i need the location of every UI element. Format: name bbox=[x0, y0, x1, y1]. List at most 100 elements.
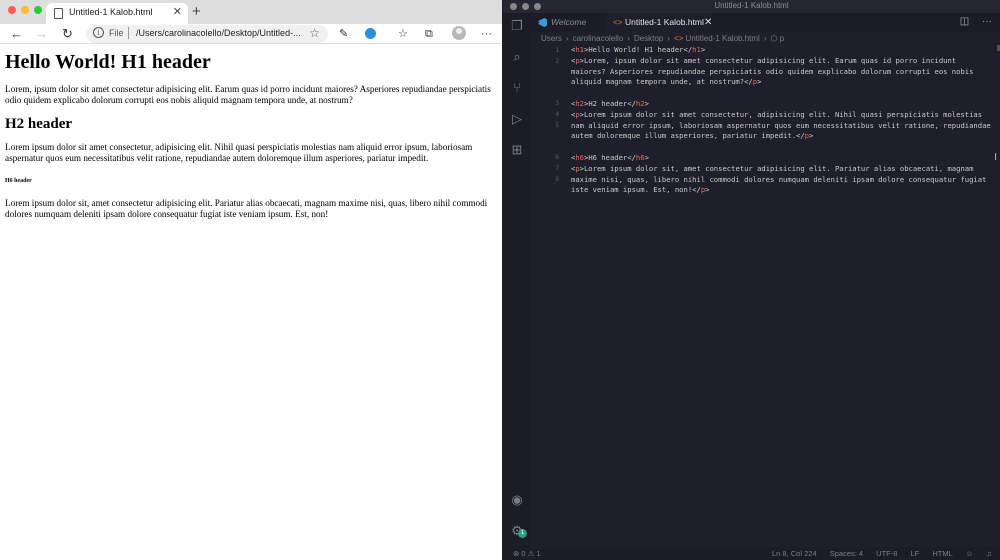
vscode-window: Untitled-1 Kalob.html ❐ ⌕ ⑂ ▷ ⊞ ◉ ⚙ 1 We… bbox=[503, 0, 1000, 560]
code-text: Lorem, ipsum dolor sit amet consectetur … bbox=[571, 56, 978, 87]
run-debug-icon[interactable]: ▷ bbox=[509, 111, 525, 127]
line-number: 1 bbox=[555, 47, 559, 54]
page-paragraph-3: Lorem ipsum dolor sit, amet consectetur … bbox=[5, 198, 488, 219]
rendered-page: Hello World! H1 header Lorem, ipsum dolo… bbox=[5, 50, 495, 220]
window-title: Untitled-1 Kalob.html bbox=[714, 1, 789, 10]
browser-tab-strip: Untitled-1 Kalob.html ✕ + bbox=[0, 0, 502, 24]
problems-indicator[interactable]: ⊗ 0 ⚠ 1 bbox=[513, 547, 541, 560]
account-icon[interactable]: ◉ bbox=[509, 492, 525, 508]
page-h2: H2 header bbox=[5, 116, 73, 132]
vscode-title-bar: Untitled-1 Kalob.html bbox=[503, 0, 1000, 13]
settings-badge: 1 bbox=[518, 529, 527, 538]
line-number: 6 bbox=[555, 154, 559, 161]
pen-icon[interactable]: ✎ bbox=[339, 27, 348, 41]
reload-button[interactable]: ↻ bbox=[62, 26, 73, 42]
chevron-right-icon: › bbox=[565, 34, 569, 43]
tab-welcome-label: Welcome bbox=[551, 17, 587, 27]
code-text: Lorem ipsum dolor sit, amet consectetur … bbox=[571, 164, 991, 195]
extensions-icon[interactable]: ⊞ bbox=[509, 142, 525, 158]
search-icon[interactable]: ⌕ bbox=[509, 49, 525, 65]
star-icon[interactable]: ☆ bbox=[309, 26, 320, 40]
page-paragraph-2: Lorem ipsum dolor sit amet consectetur, … bbox=[5, 142, 473, 163]
code-line: <p>Lorem, ipsum dolor sit amet consectet… bbox=[571, 56, 978, 87]
breadcrumb-item[interactable]: Untitled-1 Kalob.html bbox=[686, 34, 760, 43]
breadcrumb-item[interactable]: Desktop bbox=[634, 34, 663, 43]
line-number: 7 bbox=[555, 165, 559, 172]
new-tab-button[interactable]: + bbox=[192, 3, 201, 21]
address-scheme-label: File bbox=[109, 28, 124, 38]
line-number: 4 bbox=[555, 111, 559, 118]
html-file-icon: <> bbox=[613, 18, 623, 27]
end-of-line[interactable]: LF bbox=[911, 549, 920, 558]
page-h6: H6 header bbox=[5, 178, 32, 184]
code-text: Lorem ipsum dolor sit amet consectetur, … bbox=[571, 110, 996, 141]
code-text: H6 header bbox=[588, 153, 628, 162]
close-window-button[interactable] bbox=[8, 6, 16, 14]
favorites-icon[interactable]: ☆ bbox=[398, 27, 408, 41]
code-line: <h1>Hello World! H1 header</h1> bbox=[571, 45, 706, 54]
browser-toolbar: ← → ↻ i File /Users/carolinacolello/Desk… bbox=[0, 24, 502, 44]
browser-tab[interactable]: Untitled-1 Kalob.html ✕ bbox=[46, 3, 188, 24]
extension-icon[interactable] bbox=[365, 28, 376, 39]
errors-count: 0 bbox=[521, 549, 526, 558]
chevron-right-icon: › bbox=[627, 34, 630, 43]
address-bar[interactable]: i File /Users/carolinacolello/Desktop/Un… bbox=[86, 25, 328, 43]
cursor-position[interactable]: Ln 8, Col 224 bbox=[772, 549, 817, 558]
text-cursor-icon: I bbox=[994, 152, 997, 163]
line-number: 3 bbox=[555, 100, 559, 107]
indentation[interactable]: Spaces: 4 bbox=[830, 549, 863, 558]
browser-window: Untitled-1 Kalob.html ✕ + ← → ↻ i File /… bbox=[0, 0, 502, 560]
explorer-icon[interactable]: ❐ bbox=[509, 18, 525, 34]
minimize-window-button[interactable] bbox=[21, 6, 29, 14]
browser-tab-title: Untitled-1 Kalob.html bbox=[69, 7, 153, 17]
tab-untitled-html[interactable]: <> Untitled-1 Kalob.html ✕ bbox=[605, 13, 712, 32]
back-button[interactable]: ← bbox=[10, 26, 23, 42]
editor-actions: ◫ ··· bbox=[950, 16, 992, 27]
element-icon: ⬡ bbox=[770, 34, 780, 43]
vscode-logo-icon bbox=[538, 18, 547, 27]
breadcrumb-item[interactable]: carolinacolello bbox=[573, 34, 624, 43]
tab-welcome[interactable]: Welcome bbox=[531, 13, 603, 32]
profile-avatar[interactable] bbox=[452, 26, 466, 40]
language-mode[interactable]: HTML bbox=[932, 549, 952, 558]
warnings-count: 1 bbox=[536, 549, 541, 558]
address-url[interactable]: /Users/carolinacolello/Desktop/Untitled-… bbox=[136, 28, 301, 38]
code-line: <p>Lorem ipsum dolor sit amet consectetu… bbox=[571, 110, 996, 141]
activity-bar: ❐ ⌕ ⑂ ▷ ⊞ ◉ ⚙ bbox=[503, 13, 531, 547]
more-menu-icon[interactable]: ··· bbox=[481, 27, 492, 41]
more-actions-icon[interactable]: ··· bbox=[982, 16, 992, 27]
feedback-icon[interactable]: ☺ bbox=[966, 549, 974, 558]
close-tab-icon[interactable]: ✕ bbox=[173, 5, 182, 18]
status-bar: ⊗ 0 ⚠ 1 Ln 8, Col 224 Spaces: 4 UTF-8 LF… bbox=[503, 547, 1000, 560]
encoding[interactable]: UTF-8 bbox=[876, 549, 897, 558]
notifications-icon[interactable]: ♫ bbox=[986, 549, 992, 558]
code-line: <h6>H6 header</h6> bbox=[571, 153, 649, 162]
breadcrumb-item[interactable]: p bbox=[780, 34, 784, 43]
chevron-right-icon: › bbox=[763, 34, 767, 43]
document-icon bbox=[54, 8, 63, 19]
address-divider bbox=[128, 27, 129, 39]
tab-untitled-html-label: Untitled-1 Kalob.html bbox=[625, 17, 704, 27]
editor-tabs: Welcome <> Untitled-1 Kalob.html ✕ ◫ ··· bbox=[531, 13, 1000, 32]
line-number: 8 bbox=[555, 176, 559, 183]
page-h1: Hello World! H1 header bbox=[5, 51, 211, 73]
code-text: Hello World! H1 header bbox=[588, 45, 684, 54]
maximize-window-button[interactable] bbox=[34, 6, 42, 14]
breadcrumb-item[interactable]: Users bbox=[541, 34, 562, 43]
source-control-icon[interactable]: ⑂ bbox=[509, 80, 525, 96]
info-icon[interactable]: i bbox=[93, 27, 104, 38]
code-line: <h2>H2 header</h2> bbox=[571, 99, 649, 108]
html-file-icon: <> bbox=[673, 34, 686, 43]
breadcrumb: Users › carolinacolello › Desktop › <> Untitle… bbox=[541, 34, 784, 43]
chevron-right-icon: › bbox=[667, 34, 670, 43]
code-line: <p>Lorem ipsum dolor sit, amet consectet… bbox=[571, 164, 991, 195]
line-number: 5 bbox=[555, 122, 559, 129]
page-paragraph-1: Lorem, ipsum dolor sit amet consectetur … bbox=[5, 84, 491, 105]
collections-icon[interactable]: ⧉ bbox=[425, 27, 433, 41]
status-right: Ln 8, Col 224 Spaces: 4 UTF-8 LF HTML ☺ … bbox=[761, 547, 992, 560]
code-text: H2 header bbox=[588, 99, 628, 108]
line-number: 2 bbox=[555, 58, 559, 65]
split-editor-icon[interactable]: ◫ bbox=[960, 16, 969, 27]
forward-button[interactable]: → bbox=[35, 26, 48, 42]
close-tab-icon[interactable]: ✕ bbox=[704, 13, 712, 32]
